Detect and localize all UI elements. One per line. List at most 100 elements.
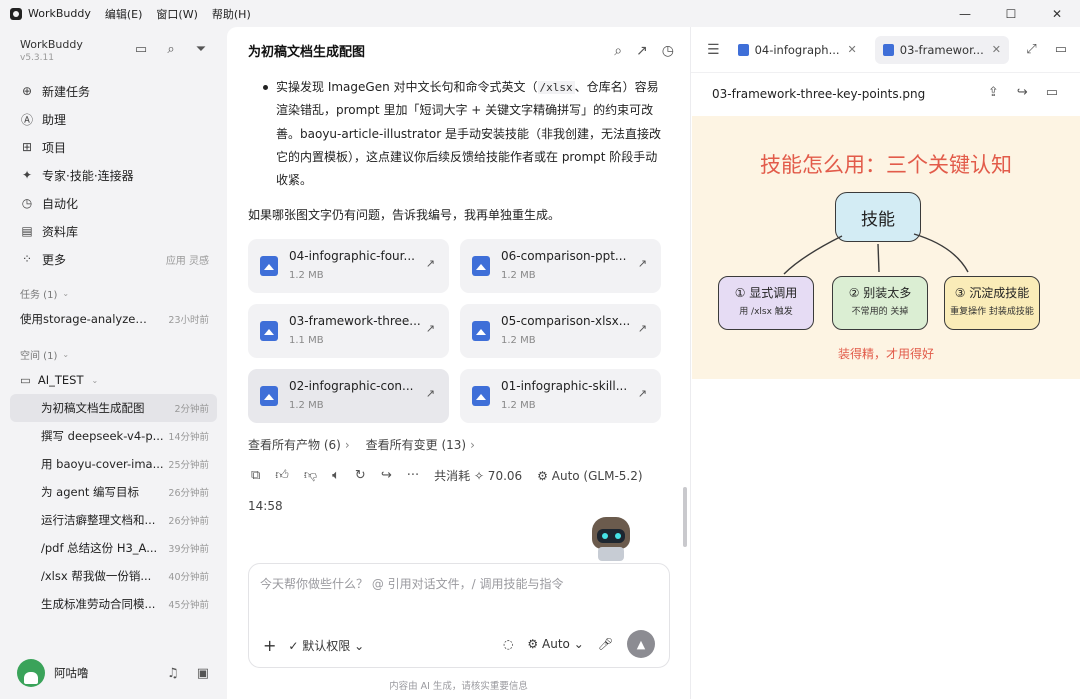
message-bullet: 实操发现 ImageGen 对中文长句和命令式英文（/xlsx 、仓库名）容易渲染… (276, 76, 666, 192)
view-changes-link[interactable]: 查看所有变更 (13) › (366, 436, 475, 453)
more-icon[interactable]: ··· (407, 468, 419, 483)
file-card[interactable]: 06-comparison-ppt... 1.2 MB ↗ (460, 239, 661, 293)
tasks-section-title[interactable]: 任务 (1) ⌄ (10, 286, 217, 301)
maximize-icon[interactable]: ☐ (988, 0, 1034, 27)
menu-window[interactable]: 窗口(W) (156, 6, 197, 22)
microphone-icon[interactable]: 🎤︎ (598, 637, 613, 651)
open-external-icon[interactable]: ↗ (638, 387, 647, 400)
share-icon[interactable]: ↪ (1017, 85, 1028, 100)
panel-toggle-icon[interactable]: ▭ (1055, 42, 1067, 57)
sidebar-item-automation[interactable]: ◷ 自动化 (10, 189, 217, 217)
plus-circle-icon: ⊕ (21, 84, 33, 98)
view-artifacts-link[interactable]: 查看所有产物 (6) › (248, 436, 350, 453)
close-tab-icon[interactable]: ✕ (992, 43, 1001, 56)
image-preview: 技能怎么用：三个关键认知 技能 ① 显式调用 用 /xlsx 触发 ② 别装太多… (692, 116, 1080, 379)
list-item[interactable]: 为初稿文档生成配图 2分钟前 (10, 394, 217, 422)
scrollbar[interactable] (683, 487, 687, 547)
user-name[interactable]: 阿咕噜 (54, 665, 89, 681)
folder-ai-test[interactable]: ▭ AI_TEST ⌄ (10, 366, 217, 394)
loading-spinner-icon: ◌ (502, 637, 514, 651)
plus-icon[interactable]: + (263, 636, 276, 655)
sidebar-item-label: 更多 (42, 252, 67, 267)
open-external-icon[interactable]: ↗ (426, 322, 435, 335)
filter-icon[interactable]: ⏷ (193, 41, 209, 57)
image-box-3: ③ 沉淀成技能 重复操作 封装成技能 (944, 276, 1040, 330)
usage-stat: 共消耗 ✧ 70.06 (434, 469, 523, 483)
tab-04-infographic[interactable]: 04-infograph... ✕ (730, 36, 865, 64)
model-icon: ⚙ (537, 468, 552, 483)
ai-disclaimer: 内容由 AI 生成，请核实重要信息 (389, 681, 528, 692)
sidebar-item-project[interactable]: ⊞ 项目 (10, 133, 217, 161)
sidebar-item-more[interactable]: ⁘ 更多 应用 灵感 (10, 245, 217, 273)
list-item[interactable]: /xlsx 帮我做一份销... 40分钟前 (10, 562, 217, 590)
sidebar-item-label: 新建任务 (42, 84, 91, 99)
thumbs-up-icon[interactable]: 👍︎ (275, 468, 289, 483)
task-label: /xlsx 帮我做一份销... (41, 569, 152, 583)
folder-icon[interactable]: ▭ (1046, 85, 1058, 100)
sidebar-item-new-task[interactable]: ⊕ 新建任务 (10, 77, 217, 105)
file-card[interactable]: 04-infographic-four... 1.2 MB ↗ (248, 239, 449, 293)
list-item[interactable]: 为 agent 编写目标 26分钟前 (10, 478, 217, 506)
mode-select[interactable]: ⚙ Auto ⌄ (527, 637, 583, 651)
send-button[interactable]: ▲ (627, 630, 655, 658)
open-external-icon[interactable]: ↗ (426, 387, 435, 400)
chat-header-tools: ⌕ ↗ ◷ (614, 43, 674, 59)
file-size: 1.2 MB (501, 400, 536, 411)
window-controls: — ☐ ✕ (942, 0, 1080, 27)
share-icon[interactable]: ↗ (636, 43, 648, 59)
composer[interactable]: 今天帮你做些什么？ @ 引用对话文件，/ 调用技能与指令 + ✓ 默认权限 ⌄ … (248, 563, 670, 668)
menu-help[interactable]: 帮助(H) (212, 6, 251, 22)
task-time: 40分钟前 (168, 572, 209, 583)
file-card[interactable]: 05-comparison-xlsx... 1.2 MB ↗ (460, 304, 661, 358)
list-item[interactable]: 使用storage-analyzer分... 23小时前 (10, 305, 217, 333)
open-external-icon[interactable]: ↗ (638, 257, 647, 270)
sidebar-item-expert[interactable]: ✦ 专家·技能·连接器 (10, 161, 217, 189)
file-card[interactable]: 03-framework-three... 1.1 MB ↗ (248, 304, 449, 358)
search-icon[interactable]: ⌕ (614, 43, 622, 59)
thumbs-down-icon[interactable]: 👎︎ (304, 468, 317, 483)
brand-name: WorkBuddy (20, 38, 83, 51)
open-external-icon[interactable]: ↗ (426, 257, 435, 270)
history-icon[interactable]: ◷ (662, 43, 674, 59)
tab-03-framework[interactable]: 03-framewor... ✕ (874, 35, 1009, 64)
expand-icon[interactable]: ⤢ (1026, 42, 1036, 57)
menu-icon[interactable]: ☰ (707, 42, 720, 58)
toggle-sidebar-icon[interactable]: ▭ (133, 41, 149, 57)
close-tab-icon[interactable]: ✕ (848, 43, 857, 56)
speaker-icon[interactable]: 🔈︎ (332, 468, 340, 483)
share-icon[interactable]: ↪ (381, 468, 392, 483)
upload-icon[interactable]: ⇪ (988, 85, 999, 100)
shield-check-icon: ✓ (288, 639, 303, 653)
sidebar-item-library[interactable]: ▤ 资料库 (10, 217, 217, 245)
retry-icon[interactable]: ↻ (355, 468, 366, 483)
list-item[interactable]: /pdf 总结这份 H3_A... 39分钟前 (10, 534, 217, 562)
search-icon[interactable]: ⌕ (163, 41, 179, 57)
open-external-icon[interactable]: ↗ (638, 322, 647, 335)
permission-select[interactable]: ✓ 默认权限 ⌄ (288, 637, 364, 654)
list-item[interactable]: 撰写 deepseek-v4-p... 14分钟前 (10, 422, 217, 450)
copy-icon[interactable]: ⧉ (251, 468, 260, 483)
file-card[interactable]: 02-infographic-con... 1.2 MB ↗ (248, 369, 449, 423)
space-section-title[interactable]: 空间 (1) ⌄ (10, 347, 217, 362)
bell-icon[interactable]: ♫ (167, 666, 179, 681)
grid-icon: ⁘ (21, 252, 33, 266)
menu-edit[interactable]: 编辑(E) (105, 6, 143, 22)
list-item[interactable]: 生成标准劳动合同模... 45分钟前 (10, 590, 217, 618)
task-label: 用 baoyu-cover-ima... (41, 457, 164, 471)
file-card[interactable]: 01-infographic-skill... 1.2 MB ↗ (460, 369, 661, 423)
minimize-icon[interactable]: — (942, 0, 988, 27)
list-item[interactable]: 用 baoyu-cover-ima... 25分钟前 (10, 450, 217, 478)
file-name: 04-infographic-four... (289, 249, 415, 263)
clock-icon: ◷ (21, 196, 33, 210)
image-file-icon (472, 386, 490, 406)
sidebar-item-assistant[interactable]: Ⓐ 助理 (10, 105, 217, 133)
list-item[interactable]: 运行洁癖整理文档和... 26分钟前 (10, 506, 217, 534)
image-file-icon (472, 256, 490, 276)
close-icon[interactable]: ✕ (1034, 0, 1080, 27)
avatar[interactable] (17, 659, 45, 687)
device-icon[interactable]: ▣ (197, 666, 209, 681)
image-file-icon (260, 256, 278, 276)
space-title-label: 空间 (1) (20, 351, 58, 362)
image-file-icon (882, 43, 894, 56)
composer-placeholder[interactable]: 今天帮你做些什么？ @ 引用对话文件，/ 调用技能与指令 (260, 575, 564, 592)
